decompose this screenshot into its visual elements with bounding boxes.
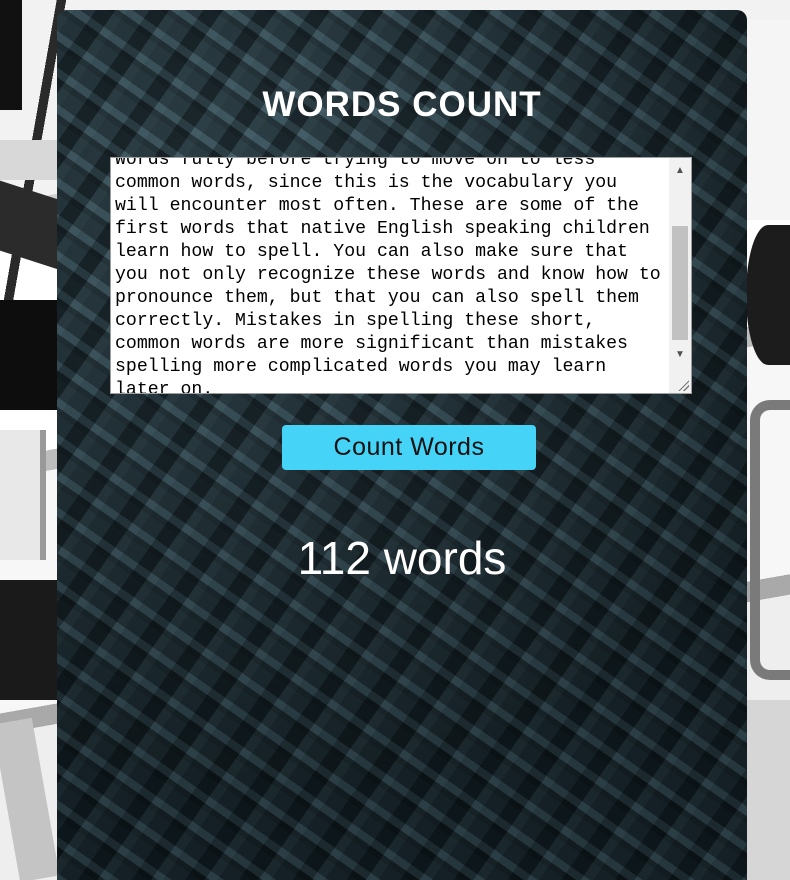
text-input-area[interactable]: Words fully before trying to move on to …: [110, 157, 692, 394]
scrollbar-thumb[interactable]: [672, 226, 688, 340]
word-count-result: 112 words: [297, 532, 507, 584]
scroll-down-arrow-icon[interactable]: ▼: [669, 344, 691, 364]
text-input-scrollbar[interactable]: ▲ ▼: [669, 158, 691, 393]
count-words-button[interactable]: Count Words: [282, 425, 536, 470]
text-input-content[interactable]: Words fully before trying to move on to …: [115, 158, 671, 393]
background-collage-left: [0, 0, 58, 880]
resize-grip-icon[interactable]: [677, 379, 689, 391]
word-counter-panel: WORDS COUNT Words fully before trying to…: [57, 10, 747, 880]
page-title: WORDS COUNT: [262, 85, 542, 124]
background-collage-right: [746, 0, 790, 880]
scroll-up-arrow-icon[interactable]: ▲: [669, 160, 691, 180]
